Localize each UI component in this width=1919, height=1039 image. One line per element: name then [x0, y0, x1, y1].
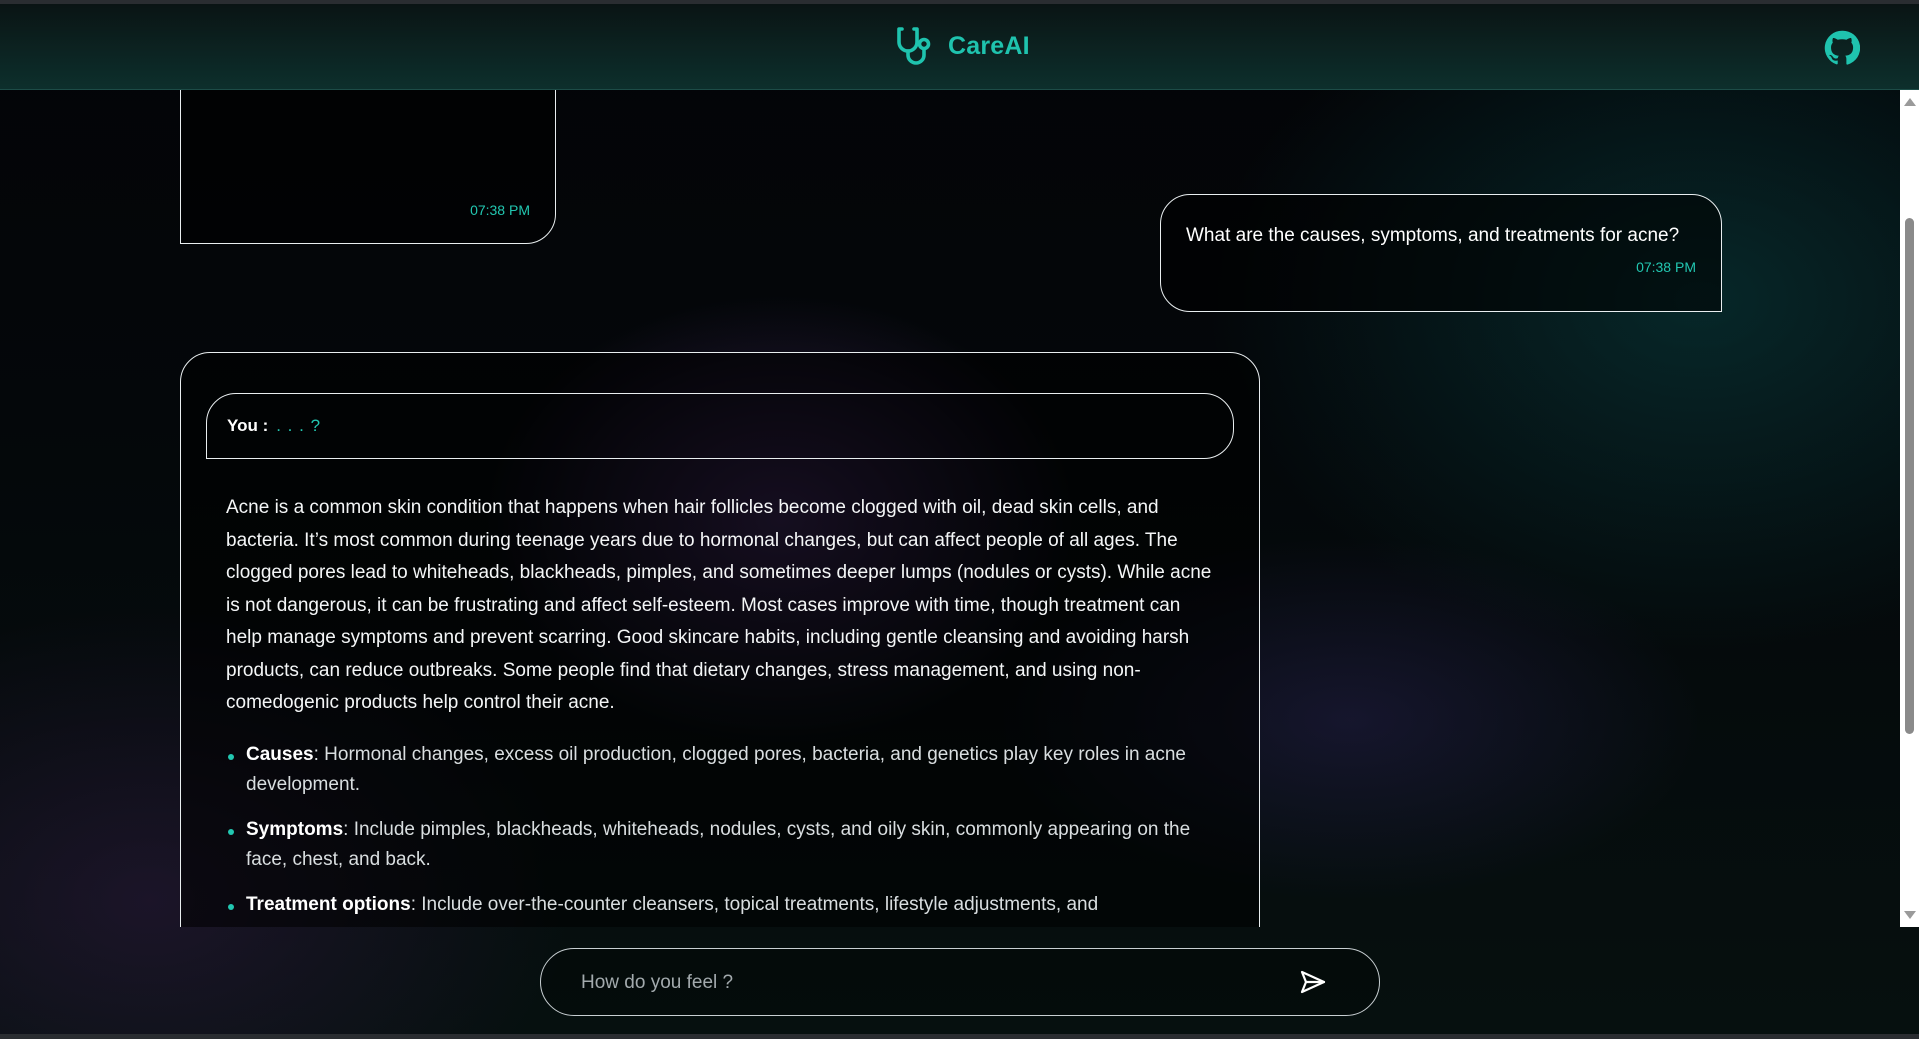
point-text: : Include pimples, blackheads, whitehead…	[246, 818, 1191, 870]
answer-points: Causes: Hormonal changes, excess oil pro…	[226, 740, 1214, 920]
bot-message: You : . . . ? Acne is a common skin cond…	[180, 352, 1260, 927]
send-button[interactable]	[1299, 969, 1327, 995]
github-icon[interactable]	[1824, 30, 1861, 66]
point-title: Causes	[246, 743, 314, 765]
user-message: What are the causes, symptoms, and treat…	[1160, 194, 1722, 312]
you-label: You :	[227, 416, 269, 435]
list-item: Symptoms: Include pimples, blackheads, w…	[228, 815, 1214, 875]
you-value: . . . ?	[276, 416, 322, 435]
message-input[interactable]	[579, 949, 1283, 1016]
app-header: CareAI	[0, 4, 1919, 90]
bullet-icon	[228, 753, 234, 760]
chat-scrollbar[interactable]	[1900, 90, 1919, 927]
scroll-up-icon[interactable]	[1904, 98, 1916, 106]
bot-message-previous: 07:38 PM	[180, 90, 556, 244]
send-icon	[1300, 970, 1326, 994]
list-item: Causes: Hormonal changes, excess oil pro…	[228, 740, 1214, 800]
bullet-icon	[228, 828, 234, 835]
answer-paragraph: Acne is a common skin condition that hap…	[226, 497, 1212, 713]
scroll-down-icon[interactable]	[1904, 911, 1916, 919]
point-text: : Hormonal changes, excess oil productio…	[246, 743, 1186, 795]
message-composer	[540, 948, 1380, 1016]
point-title: Treatment options	[246, 893, 411, 915]
point-title: Symptoms	[246, 818, 344, 840]
message-time: 07:38 PM	[470, 202, 530, 218]
chat-history[interactable]: 07:38 PM What are the causes, symptoms, …	[0, 90, 1900, 927]
message-time: 07:38 PM	[1636, 259, 1696, 275]
list-item: Treatment options: Include over-the-coun…	[228, 890, 1214, 920]
point-text: : Include over-the-counter cleansers, to…	[410, 893, 1099, 915]
bot-answer: Acne is a common skin condition that hap…	[226, 492, 1214, 920]
window-bottom-edge	[0, 1034, 1919, 1039]
app-title: CareAI	[948, 31, 1030, 60]
quoted-user-input: You : . . . ?	[206, 393, 1234, 459]
user-message-text: What are the causes, symptoms, and treat…	[1186, 225, 1680, 246]
stethoscope-icon	[894, 24, 938, 68]
scroll-thumb[interactable]	[1905, 218, 1914, 734]
brand[interactable]: CareAI	[894, 24, 1030, 68]
bullet-icon	[228, 903, 234, 910]
